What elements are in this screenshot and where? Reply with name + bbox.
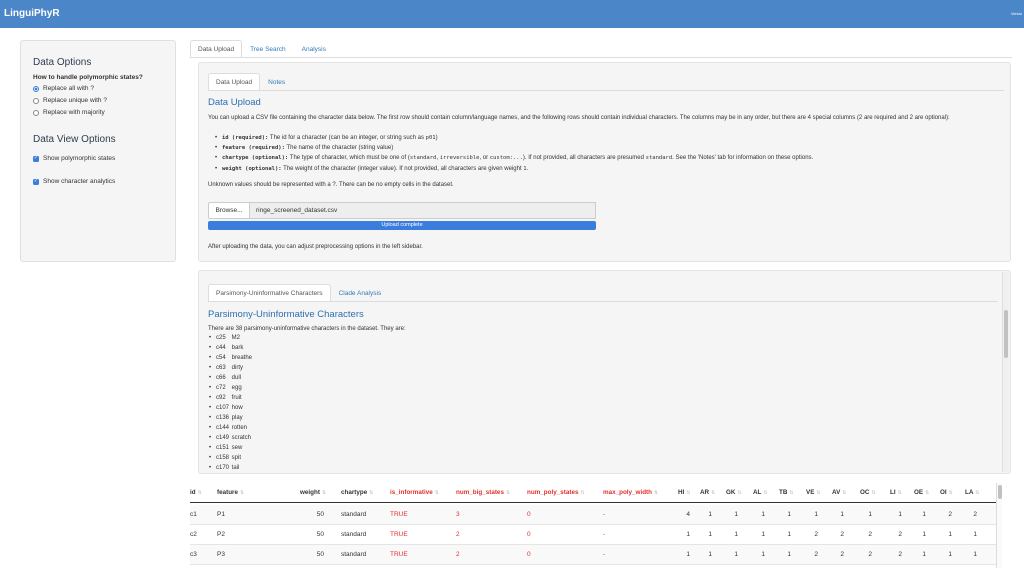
file-input-group: Browse... ringe_screened_dataset.csv xyxy=(208,202,596,219)
list-item: c72 egg xyxy=(209,385,242,391)
poly-question-label: How to handle polymorphic states? xyxy=(33,74,143,81)
col-header-VE[interactable]: VE ⇅ xyxy=(806,483,821,503)
radio-icon[interactable] xyxy=(33,109,39,116)
tab-data-upload[interactable]: Data Upload xyxy=(190,40,243,57)
subtab-notes[interactable]: Notes xyxy=(260,73,293,90)
col-header-weight[interactable]: weight ⇅ xyxy=(300,483,326,503)
tab-analysis[interactable]: Analysis xyxy=(294,40,334,57)
checkmark-icon[interactable]: ✓ xyxy=(33,155,39,162)
filename-field: ringe_screened_dataset.csv xyxy=(250,202,596,219)
list-item: c92 fruit xyxy=(209,395,242,401)
sidebar-panel: Data Options How to handle polymorphic s… xyxy=(20,40,176,262)
list-item: c170 tail xyxy=(209,465,239,471)
list-item: c63 dirty xyxy=(209,365,243,371)
main-tabs: Data Upload Tree Search Analysis xyxy=(190,40,334,57)
col-header-AR[interactable]: AR ⇅ xyxy=(700,483,715,503)
col-header-max-poly-width[interactable]: max_poly_width ⇅ xyxy=(603,483,658,503)
subtab-parsimony-uninformative[interactable]: Parsimony-Uninformative Characters xyxy=(208,284,331,301)
col-header-AL[interactable]: AL ⇅ xyxy=(753,483,768,503)
main-tabs-divider xyxy=(190,57,1012,58)
subtab-data-upload[interactable]: Data Upload xyxy=(208,73,261,90)
list-item: c136 play xyxy=(209,415,243,421)
col-header-LA[interactable]: LA ⇅ xyxy=(965,483,980,503)
show-analytics-checkbox[interactable]: ✓ Show character analytics xyxy=(33,178,115,185)
upload-title: Data Upload xyxy=(208,97,261,108)
subtab-clade-analysis[interactable]: Clade Analysis xyxy=(331,284,390,301)
list-item: c151 sew xyxy=(209,445,242,451)
col-header-OE[interactable]: OE ⇅ xyxy=(914,483,929,503)
list-item: c149 scratch xyxy=(209,435,251,441)
unknown-values-text: Unknown values should be represented wit… xyxy=(208,182,454,188)
list-item: c158 spit xyxy=(209,455,241,461)
upload-progress-bar: Upload complete xyxy=(208,221,596,230)
col-header-feature[interactable]: feature ⇅ xyxy=(217,483,244,503)
poly-option-replace-all[interactable]: Replace all with ? xyxy=(33,85,94,92)
col-header-num-big-states[interactable]: num_big_states ⇅ xyxy=(456,483,510,503)
bullet-weight: weight (optional): The weight of the cha… xyxy=(215,166,528,172)
version-text: Versio xyxy=(1010,11,1022,16)
col-header-OC[interactable]: OC ⇅ xyxy=(860,483,876,503)
col-header-id[interactable]: id ⇅ xyxy=(190,483,202,503)
navbar: LinguiPhyR Versio xyxy=(0,0,1024,28)
list-item: c107 how xyxy=(209,405,243,411)
upload-intro-text: You can upload a CSV file containing the… xyxy=(208,115,950,121)
tab-tree-search[interactable]: Tree Search xyxy=(242,40,294,57)
poly-option-replace-majority[interactable]: Replace with majority xyxy=(33,109,105,116)
upload-panel xyxy=(198,62,1011,262)
poly-option-replace-unique[interactable]: Replace unique with ? xyxy=(33,97,107,104)
bullet-id: id (required): The id for a character (c… xyxy=(215,135,438,141)
list-item: c66 dull xyxy=(209,375,241,381)
table-header: id ⇅ feature ⇅ weight ⇅ chartype ⇅ is_inform… xyxy=(190,483,1002,503)
view-options-title: Data View Options xyxy=(33,134,116,145)
col-header-LI[interactable]: LI ⇅ xyxy=(890,483,902,503)
col-header-is-informative[interactable]: is_informative ⇅ xyxy=(390,483,439,503)
table-row: c1 P1 50 standard TRUE 3 0 - 4 1 1 1 1 1… xyxy=(190,505,1002,525)
col-header-OI[interactable]: OI ⇅ xyxy=(940,483,953,503)
col-header-AV[interactable]: AV ⇅ xyxy=(832,483,846,503)
analysis-scrollbar-thumb[interactable] xyxy=(1004,310,1008,358)
list-item: c54 breathe xyxy=(209,355,252,361)
radio-selected-icon[interactable] xyxy=(33,85,39,92)
bullet-chartype: chartype (optional): The type of charact… xyxy=(215,155,813,161)
list-item: c44 bark xyxy=(209,345,243,351)
analysis-scrollbar[interactable] xyxy=(1002,272,1009,472)
browse-button[interactable]: Browse... xyxy=(208,202,250,219)
table-row: c3 P3 50 standard TRUE 2 0 - 1 1 1 1 1 2… xyxy=(190,545,1002,565)
analysis-subtabs-divider xyxy=(208,301,998,302)
list-item: c144 rotten xyxy=(209,425,247,431)
upload-subtabs: Data Upload Notes xyxy=(208,73,293,90)
table-scrollbar-thumb[interactable] xyxy=(998,485,1002,499)
app-brand[interactable]: LinguiPhyR xyxy=(4,8,60,19)
col-header-num-poly-states[interactable]: num_poly_states ⇅ xyxy=(527,483,585,503)
table-scrollbar[interactable] xyxy=(996,483,1002,568)
data-options-title: Data Options xyxy=(33,57,92,68)
col-header-GK[interactable]: GK ⇅ xyxy=(726,483,742,503)
col-header-TB[interactable]: TB ⇅ xyxy=(779,483,794,503)
col-header-HI[interactable]: HI ⇅ xyxy=(678,483,691,503)
after-upload-text: After uploading the data, you can adjust… xyxy=(208,244,423,250)
upload-subtabs-divider xyxy=(208,90,1004,91)
show-polymorphic-checkbox[interactable]: ✓ Show polymorphic states xyxy=(33,155,115,162)
radio-icon[interactable] xyxy=(33,97,39,104)
list-item: c25 M2 xyxy=(209,335,240,341)
bullet-feature: feature (required): The name of the char… xyxy=(215,145,393,151)
analysis-intro-text: There are 38 parsimony-uninformative cha… xyxy=(208,326,406,332)
col-header-chartype[interactable]: chartype ⇅ xyxy=(341,483,373,503)
analysis-subtabs: Parsimony-Uninformative Characters Clade… xyxy=(208,284,389,301)
checkmark-icon[interactable]: ✓ xyxy=(33,178,39,185)
analysis-title: Parsimony-Uninformative Characters xyxy=(208,309,364,320)
table-row: c2 P2 50 standard TRUE 2 0 - 1 1 1 1 1 2… xyxy=(190,525,1002,545)
